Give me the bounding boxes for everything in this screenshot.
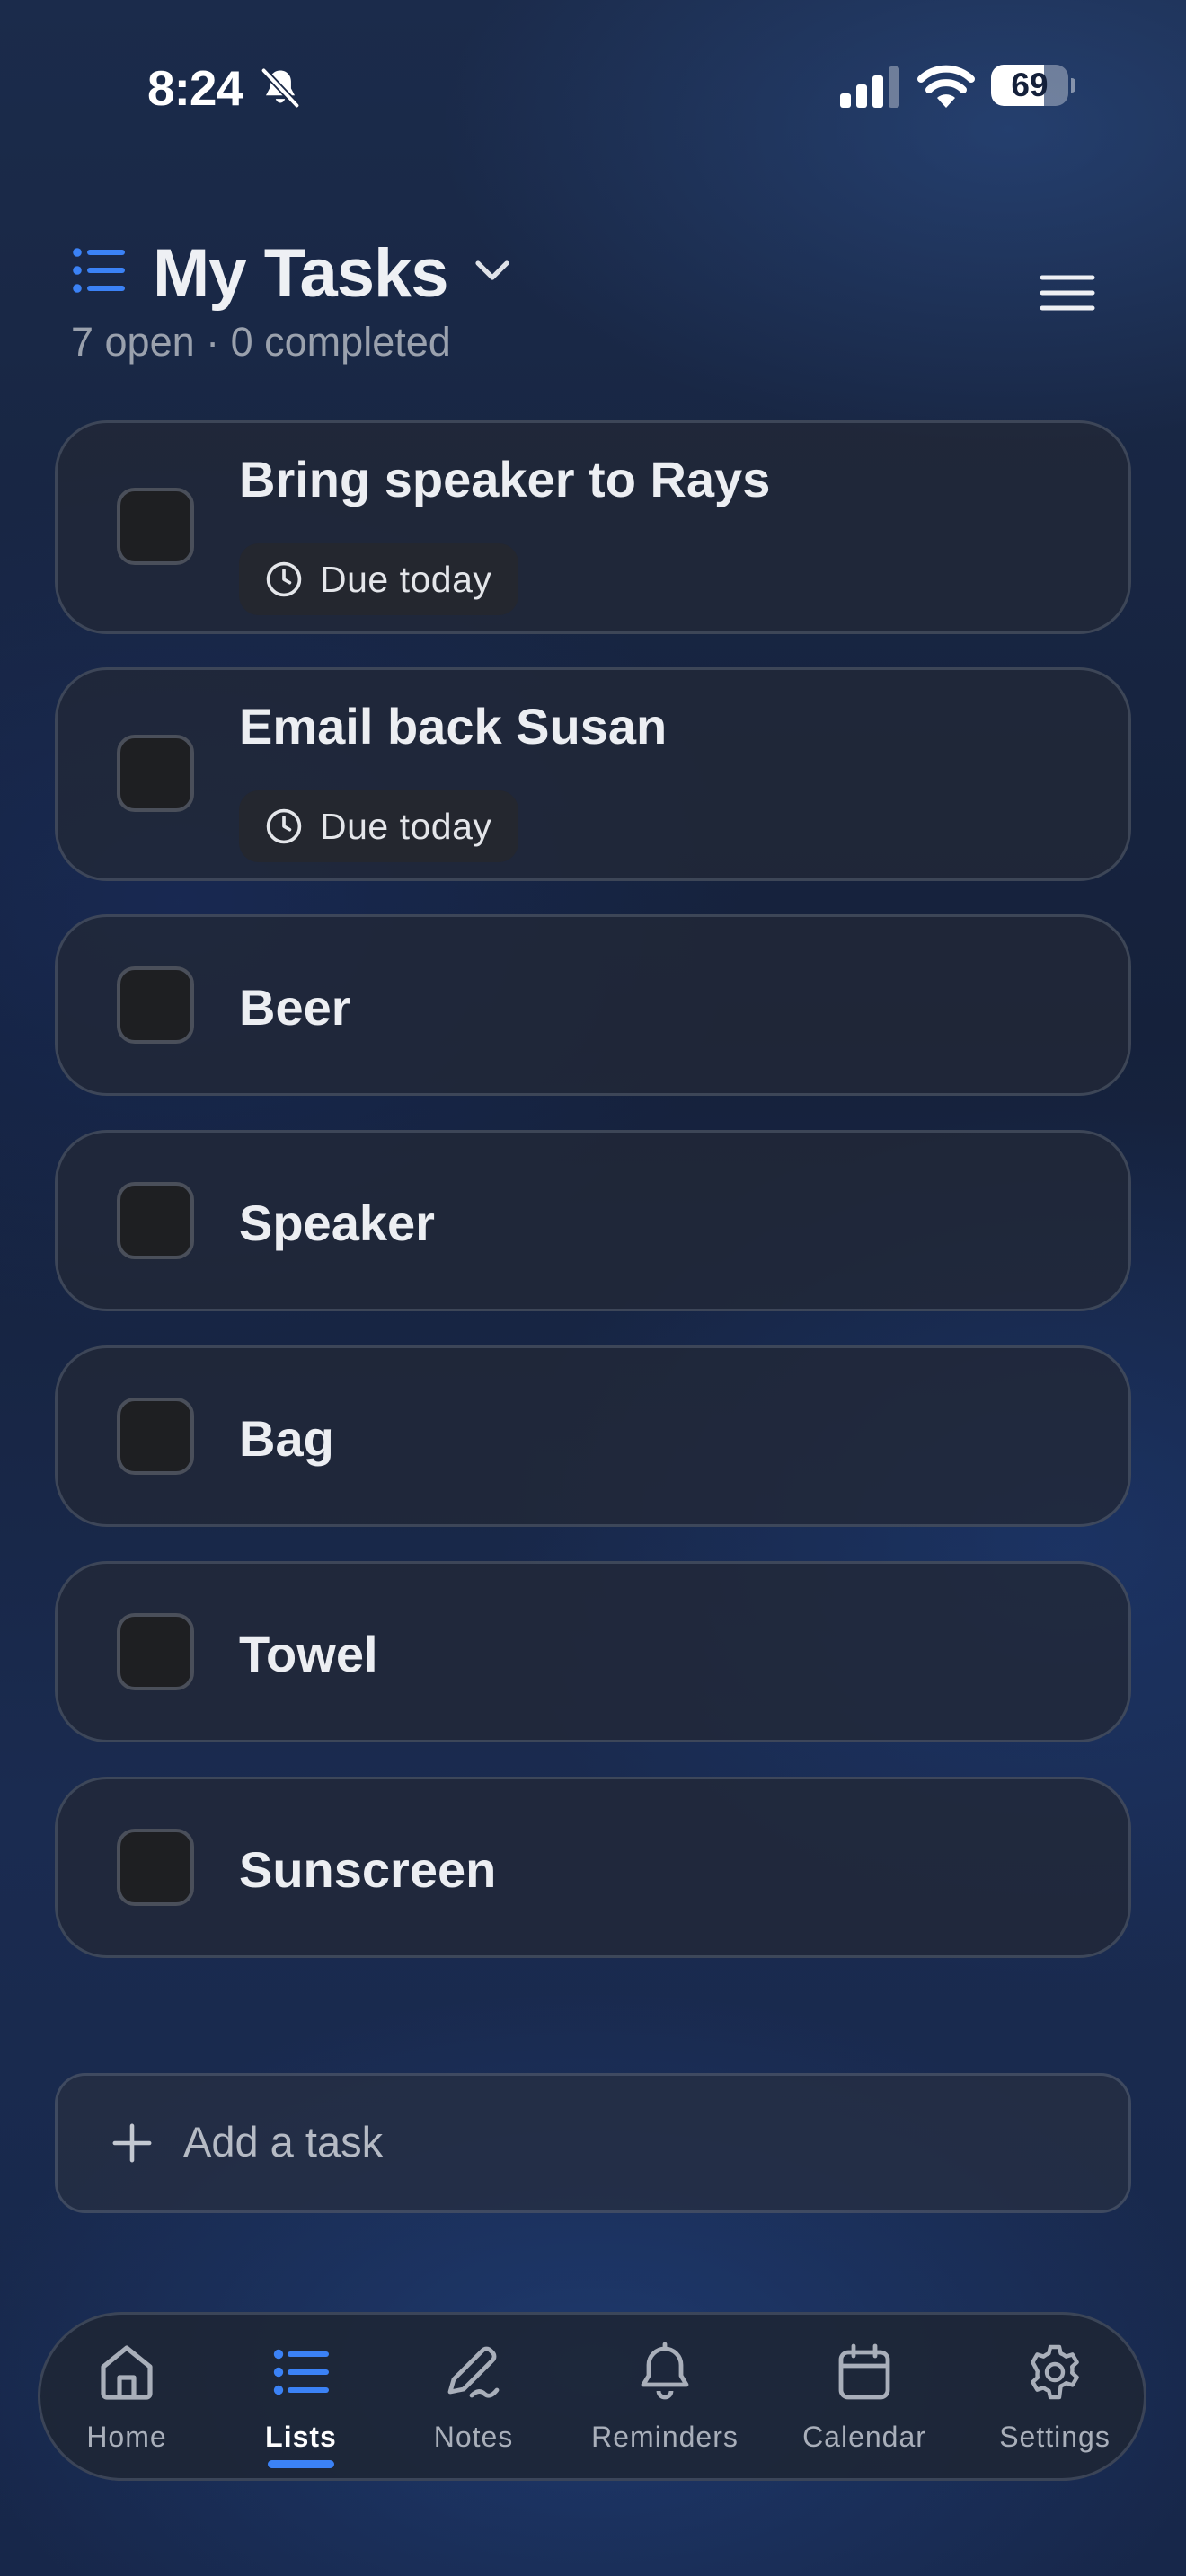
- active-tab-indicator: [268, 2460, 334, 2468]
- chevron-down-icon[interactable]: [473, 252, 512, 288]
- page-title[interactable]: My Tasks: [153, 234, 449, 313]
- add-task-label: Add a task: [183, 2118, 384, 2166]
- due-date-badge: Due today: [239, 543, 519, 615]
- task-count-summary: 7 open · 0 completed: [71, 319, 451, 365]
- tab-label: Lists: [265, 2421, 337, 2453]
- task-checkbox[interactable]: [117, 1613, 194, 1690]
- task-title: Sunscreen: [239, 1841, 497, 1898]
- tab-lists[interactable]: Lists: [211, 2315, 391, 2483]
- tab-reminders[interactable]: Reminders: [575, 2315, 755, 2483]
- list-icon: [73, 248, 125, 293]
- task-title: Beer: [239, 979, 351, 1036]
- task-item[interactable]: Sunscreen: [55, 1777, 1131, 1958]
- pen-icon: [447, 2346, 500, 2398]
- gear-icon: [1031, 2344, 1079, 2400]
- task-checkbox[interactable]: [117, 966, 194, 1044]
- hamburger-menu-icon[interactable]: [1029, 261, 1106, 324]
- task-checkbox[interactable]: [117, 1182, 194, 1259]
- task-title: Email back Susan: [239, 698, 668, 754]
- tab-settings[interactable]: Settings: [965, 2315, 1145, 2483]
- tab-notes[interactable]: Notes: [384, 2315, 563, 2483]
- battery-level: 69: [1011, 66, 1049, 103]
- tab-label: Reminders: [591, 2421, 739, 2453]
- task-checkbox[interactable]: [117, 735, 194, 812]
- battery-indicator: 69: [991, 65, 1077, 106]
- wifi-icon: [917, 65, 975, 108]
- calendar-icon: [838, 2343, 890, 2400]
- tab-home[interactable]: Home: [37, 2315, 217, 2483]
- list-icon: [273, 2349, 329, 2395]
- tab-bar: Home Lists Notes Reminders Calendar Settings: [38, 2312, 1146, 2481]
- plus-icon: [112, 2123, 152, 2163]
- task-item[interactable]: Beer: [55, 914, 1131, 1096]
- tab-label: Notes: [433, 2421, 514, 2453]
- clock-icon: [266, 808, 302, 844]
- due-date-badge: Due today: [239, 790, 519, 862]
- add-task-button[interactable]: Add a task: [55, 2073, 1131, 2213]
- tab-label: Home: [86, 2421, 167, 2453]
- tab-label: Settings: [999, 2421, 1111, 2453]
- bell-slash-icon: [260, 66, 301, 110]
- task-title: Towel: [239, 1626, 378, 1682]
- task-item[interactable]: Speaker: [55, 1130, 1131, 1311]
- task-checkbox[interactable]: [117, 1829, 194, 1906]
- task-title: Bring speaker to Rays: [239, 451, 771, 507]
- status-time: 8:24: [147, 60, 243, 116]
- task-item[interactable]: Email back Susan Due today: [55, 667, 1131, 881]
- tab-label: Calendar: [802, 2421, 926, 2453]
- due-date-label: Due today: [320, 558, 492, 600]
- task-checkbox[interactable]: [117, 488, 194, 565]
- bell-icon: [641, 2342, 689, 2400]
- status-bar: 8:24 69: [0, 54, 1186, 117]
- home-icon: [101, 2345, 153, 2400]
- page-header: My Tasks 7 open · 0 completed: [0, 229, 1186, 382]
- clock-icon: [266, 561, 302, 597]
- task-item[interactable]: Towel: [55, 1561, 1131, 1742]
- due-date-label: Due today: [320, 805, 492, 847]
- cellular-signal-icon: [840, 66, 899, 108]
- task-checkbox[interactable]: [117, 1398, 194, 1475]
- task-title: Speaker: [239, 1195, 435, 1251]
- task-item[interactable]: Bag: [55, 1345, 1131, 1527]
- task-item[interactable]: Bring speaker to Rays Due today: [55, 420, 1131, 634]
- tab-calendar[interactable]: Calendar: [774, 2315, 954, 2483]
- task-title: Bag: [239, 1410, 334, 1467]
